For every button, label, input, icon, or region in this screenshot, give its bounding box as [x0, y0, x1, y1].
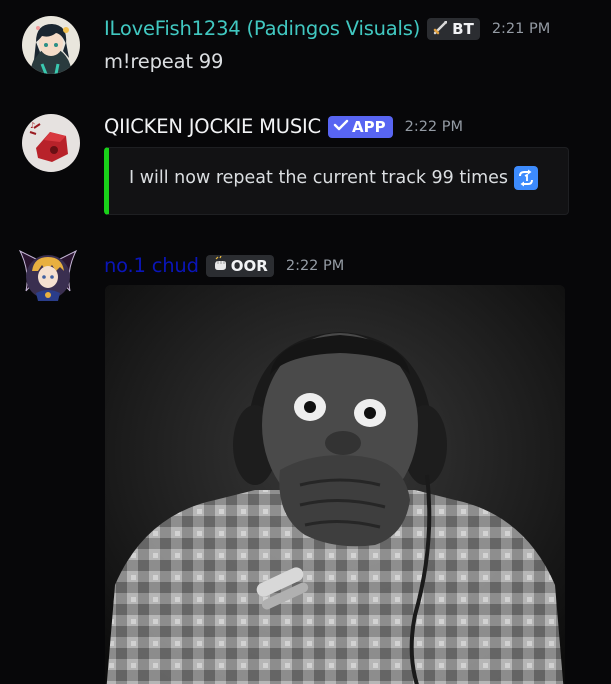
message-content: m!repeat 99 — [104, 50, 224, 73]
app-tag-label: APP — [351, 117, 386, 136]
svg-text:♪: ♪ — [30, 121, 35, 130]
username[interactable]: no.1 chud — [104, 254, 199, 277]
server-tag[interactable]: BT — [427, 17, 480, 40]
message-header: ILoveFish1234 (Padingos Visuals) BT 2:21… — [104, 17, 550, 40]
timestamp[interactable]: 2:21 PM — [492, 21, 550, 37]
message-header: QIICKEN JOCKIE MUSIC APP 2:22 PM — [104, 115, 463, 138]
embed-description: I will now repeat the current track 99 t… — [129, 166, 539, 190]
sword-icon — [433, 19, 449, 39]
server-tag-label: OOR — [230, 256, 268, 275]
user-avatar[interactable] — [22, 16, 80, 74]
chat-messages: ILoveFish1234 (Padingos Visuals) BT 2:21… — [0, 0, 611, 684]
repeat-one-icon — [514, 166, 539, 190]
timestamp[interactable]: 2:22 PM — [405, 119, 463, 135]
bot-avatar[interactable]: ♪ — [22, 114, 80, 172]
timestamp[interactable]: 2:22 PM — [286, 258, 344, 274]
checkmark-icon — [333, 118, 349, 136]
user-avatar[interactable] — [18, 247, 80, 305]
app-tag[interactable]: APP — [327, 115, 393, 138]
username[interactable]: QIICKEN JOCKIE MUSIC — [104, 115, 321, 138]
embed-text: I will now repeat the current track 99 t… — [129, 168, 509, 188]
server-tag[interactable]: OOR — [205, 254, 274, 277]
fist-icon — [212, 255, 228, 276]
message-header: no.1 chud OOR 2:22 PM — [104, 254, 344, 277]
username[interactable]: ILoveFish1234 (Padingos Visuals) — [104, 17, 420, 40]
message-embed: I will now repeat the current track 99 t… — [104, 147, 569, 215]
server-tag-label: BT — [452, 19, 474, 38]
image-attachment[interactable] — [105, 285, 565, 684]
